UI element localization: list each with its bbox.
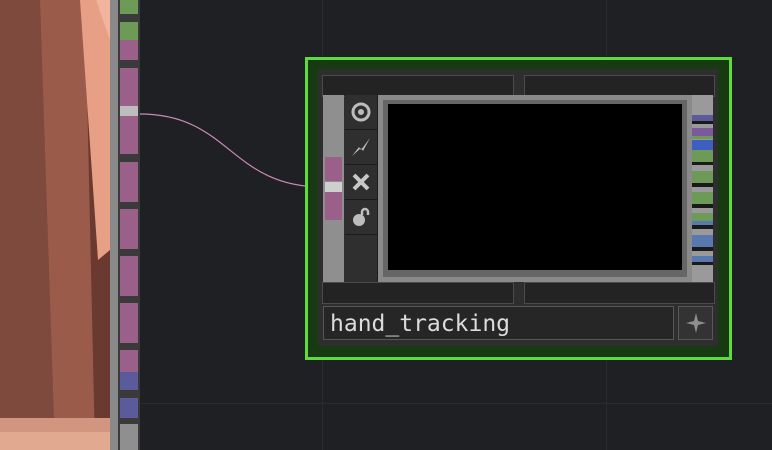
node-tab-bottom-right — [524, 282, 715, 304]
sparkle-icon[interactable] — [678, 306, 713, 340]
output-port[interactable] — [692, 150, 713, 162]
node-viewer[interactable] — [388, 104, 682, 270]
node-tab-bottom-left — [322, 282, 514, 304]
node-tab-top-right — [524, 75, 715, 97]
port-divider — [692, 183, 713, 187]
output-port[interactable] — [692, 235, 713, 247]
port-divider — [692, 247, 713, 251]
output-port[interactable] — [692, 171, 713, 183]
input-port-connected[interactable] — [325, 182, 342, 192]
node-name-field[interactable]: hand_tracking — [323, 306, 674, 340]
port-divider — [692, 204, 713, 208]
port-divider — [692, 162, 713, 165]
input-port[interactable] — [325, 192, 342, 220]
output-strip — [692, 95, 713, 282]
close-x-icon[interactable] — [345, 165, 377, 200]
output-port[interactable] — [692, 128, 713, 136]
node-flags — [345, 95, 378, 282]
input-port[interactable] — [325, 157, 342, 181]
lock-icon[interactable] — [345, 200, 377, 235]
bypass-lightning-icon[interactable] — [345, 130, 377, 165]
output-port[interactable] — [692, 213, 713, 221]
output-port[interactable] — [692, 192, 713, 204]
port-divider — [692, 262, 713, 265]
input-strip — [323, 95, 344, 282]
node-name: hand_tracking — [330, 311, 511, 337]
output-port[interactable] — [692, 140, 713, 150]
output-port[interactable] — [692, 136, 713, 139]
node-viewer-frame — [378, 95, 692, 282]
port-divider — [692, 121, 713, 124]
port-divider — [692, 225, 713, 229]
viewer-target-icon[interactable] — [345, 95, 377, 130]
node-tab-top-left — [322, 75, 514, 97]
